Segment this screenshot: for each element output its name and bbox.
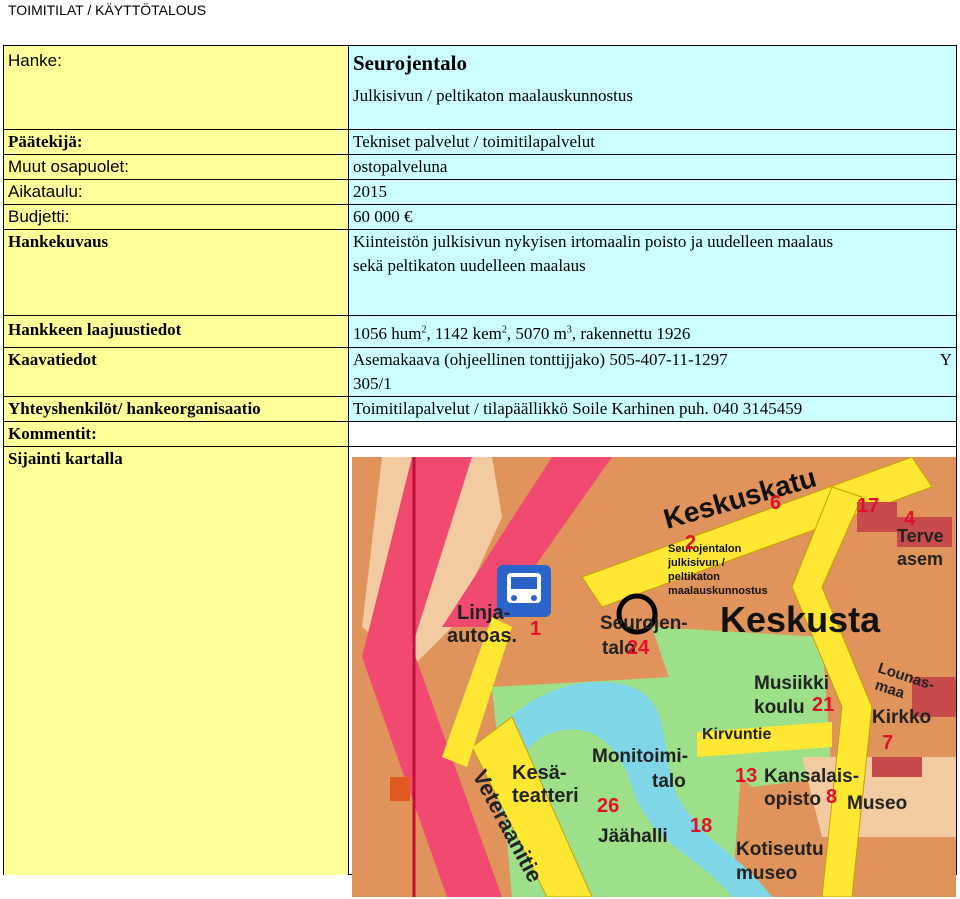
- laajuus-kem: , 1142 kem: [426, 324, 502, 343]
- fuel-station-icon: [390, 777, 410, 801]
- map-label-keskusta: Keskusta: [720, 599, 881, 640]
- map-label-kansalais-2: opisto: [764, 789, 821, 810]
- map-number-18: 18: [690, 815, 712, 837]
- map-label-terve-2: asem: [897, 549, 943, 569]
- laajuus-hum: 1056 hum: [353, 324, 422, 343]
- label-kaava: Kaavatiedot: [3, 347, 349, 397]
- project-title: Seurojentalo: [353, 51, 467, 75]
- map-label-jaahalli: Jäähalli: [598, 826, 668, 847]
- map-label-monitoimi-2: talo: [652, 771, 686, 792]
- value-hanke: Seurojentalo Julkisivun / peltikaton maa…: [348, 45, 957, 130]
- label-hankekuvaus: Hankekuvaus: [3, 229, 349, 316]
- map-label-marker-3: peltikaton: [668, 571, 720, 583]
- map-number-4: 4: [904, 508, 916, 530]
- value-budjetti: 60 000 €: [348, 204, 957, 230]
- label-kommentit: Kommentit:: [3, 421, 349, 447]
- laajuus-rakennettu: , rakennettu 1926: [571, 324, 691, 343]
- map-label-linja-1: Linja-: [457, 602, 510, 624]
- map-label-musiikki-1: Musiikki: [754, 673, 829, 694]
- label-budjetti: Budjetti:: [3, 204, 349, 230]
- map-label-museo: Museo: [847, 793, 907, 814]
- row-budjetti: Budjetti: 60 000 €: [3, 204, 957, 230]
- map-number-2: 2: [685, 532, 696, 554]
- map-label-monitoimi-1: Monitoimi-: [592, 746, 688, 767]
- map-number-8: 8: [826, 786, 837, 808]
- kaava-line1: Asemakaava (ohjeellinen tonttijjako) 505…: [353, 350, 728, 369]
- laajuus-m3: , 5070 m: [506, 324, 567, 343]
- map-label-kirkko: Kirkko: [872, 707, 931, 728]
- map-label-marker-1: Seurojentalon: [668, 543, 742, 555]
- map-number-7: 7: [882, 732, 893, 754]
- row-paatekija: Päätekijä: Tekniset palvelut / toimitila…: [3, 129, 957, 155]
- row-hankekuvaus: Hankekuvaus Kiinteistön julkisivun nykyi…: [3, 229, 957, 316]
- row-kaava: Kaavatiedot Y Asemakaava (ohjeellinen ton…: [3, 347, 957, 397]
- project-subtitle: Julkisivun / peltikaton maalauskunnostus: [353, 86, 634, 105]
- map-number-13: 13: [735, 765, 757, 787]
- map-label-kotiseutu-2: museo: [736, 863, 797, 884]
- map-label-marker-4: maalauskunnostus: [668, 585, 768, 597]
- value-aikataulu: 2015: [348, 179, 957, 205]
- label-sijainti: Sijainti kartalla: [3, 446, 349, 875]
- map-label-musiikki-2: koulu: [754, 697, 805, 718]
- hankekuvaus-line1: Kiinteistön julkisivun nykyisen irtomaal…: [353, 232, 834, 251]
- label-laajuus: Hankkeen laajuustiedot: [3, 315, 349, 348]
- row-muut: Muut osapuolet: ostopalveluna: [3, 154, 957, 180]
- map-number-1: 1: [530, 618, 541, 640]
- label-paatekija: Päätekijä:: [3, 129, 349, 155]
- map-label-kirvuntie: Kirvuntie: [702, 726, 771, 743]
- value-muut: ostopalveluna: [348, 154, 957, 180]
- label-muut: Muut osapuolet:: [3, 154, 349, 180]
- value-kommentit: [348, 421, 957, 447]
- hankekuvaus-line2: sekä peltikaton uudelleen maalaus: [353, 256, 586, 275]
- kaava-line2: 305/1: [353, 374, 392, 393]
- row-kommentit: Kommentit:: [3, 421, 957, 447]
- map-number-21: 21: [812, 694, 834, 716]
- value-hankekuvaus: Kiinteistön julkisivun nykyisen irtomaal…: [348, 229, 957, 316]
- map-label-kotiseutu-1: Kotiseutu: [736, 839, 824, 860]
- row-aikataulu: Aikataulu: 2015: [3, 179, 957, 205]
- location-map: Keskuskatu Keskusta Seurojentalon julkis…: [352, 457, 956, 897]
- value-kaava: Y Asemakaava (ohjeellinen tonttijjako) 50…: [348, 347, 957, 397]
- map-number-26: 26: [597, 795, 619, 817]
- map-label-kansalais-1: Kansalais-: [764, 766, 859, 787]
- map-label-marker-2: julkisivun /: [667, 557, 725, 569]
- value-laajuus: 1056 hum2, 1142 kem2, 5070 m3, rakennett…: [348, 315, 957, 348]
- label-yhteys: Yhteyshenkilöt/ hankeorganisaatio: [3, 396, 349, 422]
- sheet-header: TOIMITILAT / KÄYTTÖTALOUS: [8, 2, 207, 18]
- map-number-17: 17: [857, 495, 879, 517]
- map-label-kesa-1: Kesä-: [512, 762, 566, 784]
- value-yhteys: Toimitilapalvelut / tilapäällikkö Soile …: [348, 396, 957, 422]
- map-label-seurojen-1: Seurojen-: [600, 613, 688, 634]
- label-aikataulu: Aikataulu:: [3, 179, 349, 205]
- label-hanke: Hanke:: [3, 45, 349, 130]
- map-number-24: 24: [627, 637, 650, 659]
- map-label-linja-2: autoas.: [447, 625, 517, 647]
- value-paatekija: Tekniset palvelut / toimitilapalvelut: [348, 129, 957, 155]
- kaava-y: Y: [939, 350, 952, 369]
- row-laajuus: Hankkeen laajuustiedot 1056 hum2, 1142 k…: [3, 315, 957, 348]
- row-yhteys: Yhteyshenkilöt/ hankeorganisaatio Toimit…: [3, 396, 957, 422]
- map-number-6: 6: [770, 492, 781, 514]
- map-label-kesa-2: teatteri: [512, 785, 579, 807]
- row-hanke: Hanke: Seurojentalo Julkisivun / peltika…: [3, 45, 957, 130]
